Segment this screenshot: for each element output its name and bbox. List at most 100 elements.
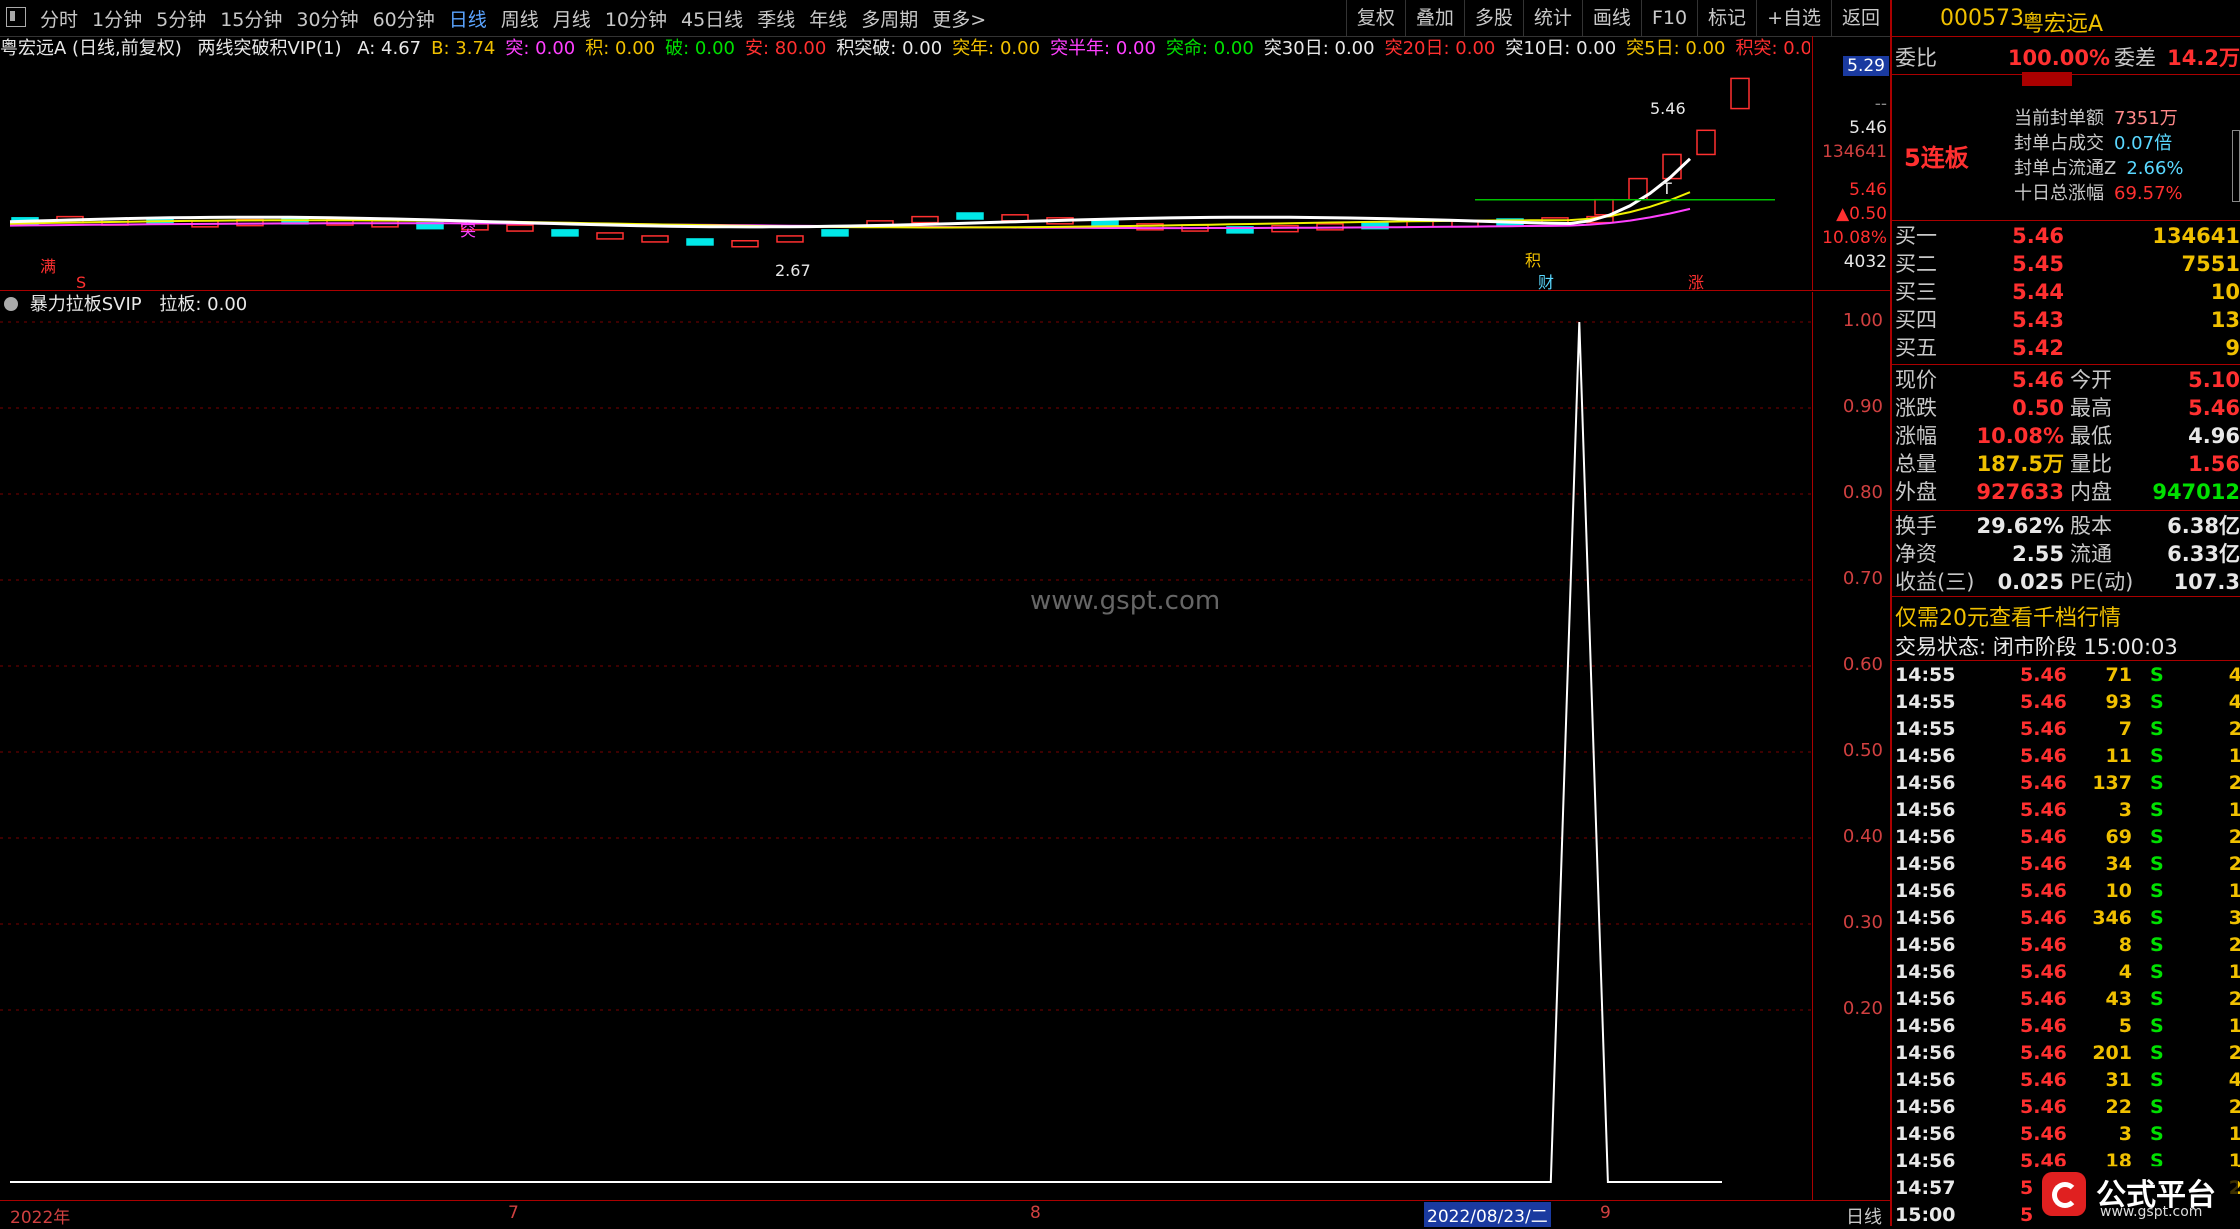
tick-time: 14:55 [1895, 691, 1956, 713]
date-label-9: 9 [1600, 1203, 1611, 1223]
stat-value-2: 107.3 [2173, 570, 2240, 594]
sub-axis-tick: 0.50 [1842, 740, 1883, 761]
buy-row[interactable]: 买一 5.46 134641 [1892, 222, 2240, 250]
tab-period-14[interactable]: 更多> [932, 5, 986, 32]
tab-period-12[interactable]: 年线 [809, 5, 847, 32]
tab-period-2[interactable]: 5分钟 [156, 5, 206, 32]
stat-label-2: PE(动) [2070, 570, 2134, 594]
collapse-arrow-button[interactable] [2022, 72, 2072, 86]
tool-button-6[interactable]: 标记 [1697, 0, 1756, 36]
tick-volume: 10 [2105, 880, 2132, 902]
stat-value-2: 5.46 [2188, 396, 2240, 420]
logo-url: www.gspt.com [2100, 1204, 2203, 1220]
buy-price: 5.43 [2012, 308, 2064, 332]
seal-row: 十日总涨幅 69.57% [2014, 179, 2183, 205]
sub-axis-tick: 0.20 [1842, 998, 1883, 1019]
tab-period-13[interactable]: 多周期 [861, 5, 918, 32]
tick-price: 5 [2020, 1204, 2034, 1226]
tick-count: 2 [2228, 772, 2240, 794]
gspt-logo-icon [2042, 1172, 2086, 1216]
stat-label: 换手 [1895, 514, 1937, 538]
annotation-ji: 积 [1525, 251, 1541, 270]
stat-row: 涨跌 0.50 最高 5.46 [1892, 394, 2240, 422]
tab-period-7[interactable]: 周线 [501, 5, 539, 32]
kline-candle [1696, 129, 1716, 156]
tick-time: 14:56 [1895, 1150, 1956, 1172]
tick-price: 5.46 [2020, 1042, 2067, 1064]
tick-side: S [2150, 961, 2164, 983]
sub-axis-tick: 0.70 [1842, 568, 1883, 589]
tick-row: 14:56 5.46 31 S 4 [1892, 1067, 2240, 1094]
sub-indicator-name[interactable]: 暴力拉板SVIP [30, 294, 142, 315]
tick-volume: 3 [2118, 1123, 2132, 1145]
buy-row[interactable]: 买二 5.45 7551 [1892, 250, 2240, 278]
tab-period-5[interactable]: 60分钟 [373, 5, 435, 32]
annotation-tu: 突 [460, 221, 476, 240]
tick-count: 1 [2228, 880, 2240, 902]
tab-period-8[interactable]: 月线 [553, 5, 591, 32]
main-kline-chart[interactable]: 5.46 2.67 T 突积 满 S 财 涨 [0, 36, 1812, 290]
kline-candle [506, 224, 534, 232]
sub-collapse-icon[interactable] [4, 297, 18, 311]
date-label-8: 8 [1030, 1203, 1041, 1223]
tool-button-3[interactable]: 统计 [1522, 0, 1582, 36]
promo-link[interactable]: 仅需20元查看千档行情 [1895, 600, 2121, 632]
tab-period-0[interactable]: 分时 [40, 5, 78, 32]
seal-scrollbar[interactable] [2232, 130, 2240, 202]
seal-value: 2.66% [2126, 158, 2184, 179]
tab-period-6[interactable]: 日线 [449, 5, 487, 32]
stat-label-2: 内盘 [2070, 480, 2112, 504]
tab-period-1[interactable]: 1分钟 [92, 5, 142, 32]
tick-time: 14:55 [1895, 664, 1956, 686]
stat-label-2: 今开 [2070, 368, 2112, 392]
tick-side: S [2150, 745, 2164, 767]
tab-period-10[interactable]: 45日线 [681, 5, 743, 32]
tick-volume: 93 [2105, 691, 2132, 713]
tick-price: 5.46 [2020, 691, 2067, 713]
pane-divider[interactable] [0, 290, 1890, 291]
tool-button-7[interactable]: +自选 [1756, 0, 1831, 36]
period-label[interactable]: 日线 [1846, 1203, 1882, 1229]
tick-row: 14:56 5.46 22 S 2 [1892, 1094, 2240, 1121]
buy-price: 5.42 [2012, 336, 2064, 360]
sub-indicator-chart[interactable] [0, 292, 1812, 1202]
tool-button-0[interactable]: 复权 [1345, 0, 1405, 36]
tick-price: 5.46 [2020, 934, 2067, 956]
sub-value-axis: 1.00 0.90 0.80 0.70 0.60 0.50 0.40 0.30 0.20 [1812, 292, 1891, 1202]
buy-row[interactable]: 买三 5.44 10 [1892, 278, 2240, 306]
sub-axis-tick: 0.60 [1842, 654, 1883, 675]
tick-time: 14:56 [1895, 853, 1956, 875]
kline-candle [1730, 77, 1750, 110]
tick-price: 5.46 [2020, 853, 2067, 875]
tool-button-1[interactable]: 叠加 [1404, 0, 1464, 36]
tab-period-9[interactable]: 10分钟 [605, 5, 667, 32]
tick-volume: 201 [2092, 1042, 2132, 1064]
stat-value: 0.50 [2012, 396, 2064, 420]
axis-price2: 5.46 [1849, 180, 1887, 200]
tick-row: 14:55 5.46 93 S 4 [1892, 689, 2240, 716]
tool-button-8[interactable]: 返回 [1830, 0, 1890, 36]
tab-period-4[interactable]: 30分钟 [296, 5, 358, 32]
tool-button-4[interactable]: 画线 [1581, 0, 1641, 36]
tick-time: 14:56 [1895, 907, 1956, 929]
tab-period-11[interactable]: 季线 [757, 5, 795, 32]
seal-row: 封单占成交 0.07倍 [2014, 129, 2172, 155]
tick-time: 14:56 [1895, 1096, 1956, 1118]
tool-button-5[interactable]: F10 [1640, 0, 1697, 36]
tick-side: S [2150, 772, 2164, 794]
tick-count: 2 [2228, 1096, 2240, 1118]
panel-toggle-icon[interactable] [6, 7, 26, 27]
tab-period-3[interactable]: 15分钟 [220, 5, 282, 32]
tick-side: S [2150, 880, 2164, 902]
tick-volume: 7 [2118, 718, 2132, 740]
lianban-badge: 5连板 [1904, 144, 1969, 172]
buy-row[interactable]: 买四 5.43 13 [1892, 306, 2240, 334]
stat-label: 涨幅 [1895, 424, 1937, 448]
tool-button-2[interactable]: 多股 [1463, 0, 1523, 36]
buy-row[interactable]: 买五 5.42 9 [1892, 334, 2240, 362]
stat-label-2: 流通 [2070, 542, 2112, 566]
tick-price: 5.46 [2020, 1096, 2067, 1118]
kline-candle [641, 235, 669, 243]
axis-pct: 10.08% [1822, 228, 1887, 248]
tick-time: 14:56 [1895, 745, 1956, 767]
